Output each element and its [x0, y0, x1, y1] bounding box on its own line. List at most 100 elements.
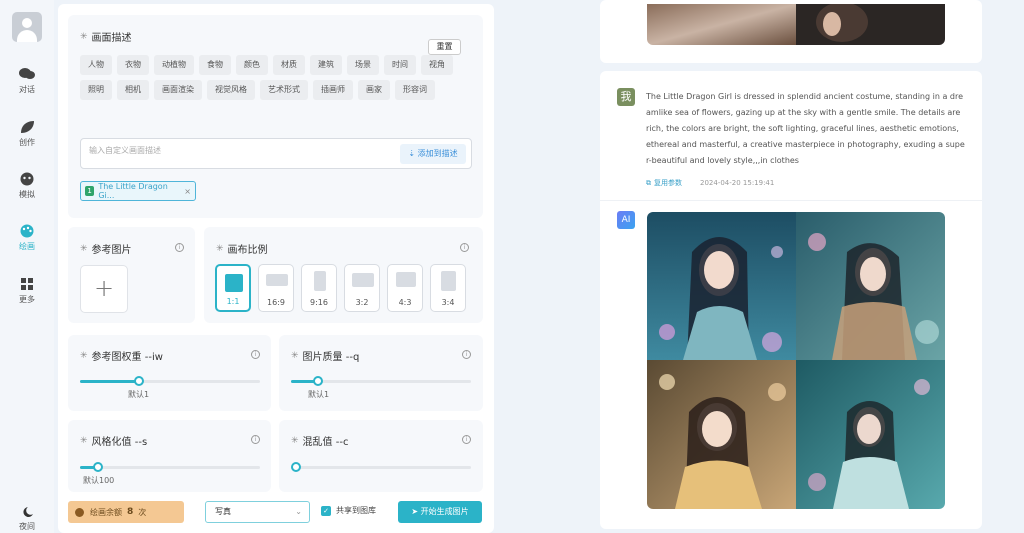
tag-item[interactable]: 视角	[421, 55, 453, 75]
chaos-title: ✳ 混乱值 --c	[291, 435, 349, 449]
tag-item[interactable]: 衣物	[117, 55, 149, 75]
tag-item[interactable]: 场景	[347, 55, 379, 75]
tag-item[interactable]: 画家	[358, 80, 390, 100]
describe-placeholder: 输入自定义画面描述	[89, 146, 161, 155]
generated-image-grid[interactable]	[647, 212, 945, 509]
sparkle-icon: ✳	[291, 350, 299, 361]
tag-item[interactable]: 食物	[199, 55, 231, 75]
info-icon[interactable]: i	[460, 243, 469, 252]
chaos-card: ✳ 混乱值 --c i	[279, 420, 483, 492]
sidebar-item-more[interactable]: 更多	[0, 277, 54, 305]
chat-area: 我 The Little Dragon Girl is dressed in s…	[600, 0, 982, 533]
sidebar-item-simulate[interactable]: 模拟	[0, 172, 54, 200]
tag-item[interactable]: 人物	[80, 55, 112, 75]
reference-card: ✳ 参考图片 i +	[68, 227, 195, 323]
previous-message	[600, 0, 982, 63]
send-icon: ➤	[411, 507, 419, 516]
tag-item[interactable]: 形容词	[395, 80, 435, 100]
ratio-option-4-3[interactable]: 4:3	[387, 264, 423, 312]
sparkle-icon: ✳	[80, 435, 88, 446]
sparkle-icon: ✳	[216, 243, 224, 254]
sidebar-item-paint[interactable]: 绘画	[0, 224, 54, 252]
sidebar-item-label: 对话	[19, 85, 35, 94]
night-mode-toggle[interactable]: 夜间	[0, 506, 54, 532]
tag-item[interactable]: 照明	[80, 80, 112, 100]
slider-knob[interactable]	[134, 376, 144, 386]
sidebar-item-create[interactable]: 创作	[0, 120, 54, 148]
ratio-option-9-16[interactable]: 9:16	[301, 264, 337, 312]
reuse-params-button[interactable]: ⧉ 复用参数	[646, 178, 682, 188]
sidebar-item-label: 模拟	[19, 190, 35, 199]
tag-item[interactable]: 画面渲染	[154, 80, 202, 100]
info-icon[interactable]: i	[175, 243, 184, 252]
slider-knob[interactable]	[93, 462, 103, 472]
timestamp: 2024-04-20 15:19:41	[700, 179, 775, 187]
iw-slider[interactable]	[80, 376, 260, 386]
style-select[interactable]: 写真 ⌄	[205, 501, 310, 523]
upload-button[interactable]: +	[80, 265, 128, 313]
sidebar: 对话 创作 模拟 绘画 更多 夜间	[0, 0, 54, 533]
prompt-text: The Little Dragon Girl is dressed in spl…	[646, 92, 965, 165]
slider-knob[interactable]	[313, 376, 323, 386]
stylize-card: ✳ 风格化值 --s i 默认100	[68, 420, 271, 492]
palette-icon	[75, 507, 84, 517]
iw-card: ✳ 参考图权重 --iw i 默认1	[68, 335, 271, 411]
tag-item[interactable]: 插画师	[313, 80, 353, 100]
tag-item[interactable]: 动植物	[154, 55, 194, 75]
describe-chip[interactable]: 1 The Little Dragon Gi... ×	[80, 181, 196, 201]
add-to-describe-button[interactable]: ⇣ 添加到描述	[400, 144, 466, 164]
check-icon: ✓	[321, 505, 331, 516]
stylize-slider[interactable]	[80, 462, 260, 472]
sidebar-item-label: 创作	[19, 138, 35, 147]
ratio-option-16-9[interactable]: 16:9	[258, 264, 294, 312]
moon-icon	[23, 507, 33, 517]
user-avatar-badge: 我	[617, 88, 635, 106]
sidebar-item-label: 绘画	[19, 242, 35, 251]
balance-count: 8	[127, 507, 134, 517]
tag-item[interactable]: 相机	[117, 80, 149, 100]
night-label: 夜间	[19, 522, 35, 531]
slider-knob[interactable]	[291, 462, 301, 472]
tag-item[interactable]: 建筑	[310, 55, 342, 75]
user-avatar[interactable]	[12, 12, 42, 42]
tag-item[interactable]: 视觉风格	[207, 80, 255, 100]
info-icon[interactable]: i	[251, 350, 260, 359]
bottom-action-bar: 绘画余额 8 次 写真 ⌄ ✓ 共享到图库 ➤ 开始生成图片	[58, 499, 494, 529]
describe-title: ✳ 画面描述	[80, 31, 132, 45]
reset-button[interactable]: 重置	[428, 39, 461, 55]
info-icon[interactable]: i	[251, 435, 260, 444]
close-icon[interactable]: ×	[184, 187, 191, 196]
ratio-option-3-2[interactable]: 3:2	[344, 264, 380, 312]
quality-slider[interactable]	[291, 376, 471, 386]
sparkle-icon: ✳	[80, 243, 88, 254]
iw-default-label: 默认1	[128, 390, 150, 399]
generate-button[interactable]: ➤ 开始生成图片	[398, 501, 482, 523]
quality-title: ✳ 图片质量 --q	[291, 350, 360, 364]
tag-item[interactable]: 艺术形式	[260, 80, 308, 100]
describe-input[interactable]: 输入自定义画面描述 ⇣ 添加到描述	[80, 138, 472, 169]
stylize-title: ✳ 风格化值 --s	[80, 435, 148, 449]
sidebar-item-chat[interactable]: 对话	[0, 67, 54, 95]
ratio-option-1-1[interactable]: 1:1	[215, 264, 251, 312]
tag-item[interactable]: 时间	[384, 55, 416, 75]
tag-list: 人物 衣物 动植物 食物 颜色 材质 建筑 场景 时间 视角 照明 相机 画面渲…	[80, 55, 460, 100]
tag-item[interactable]: 颜色	[236, 55, 268, 75]
tag-item[interactable]: 材质	[273, 55, 305, 75]
info-icon[interactable]: i	[462, 435, 471, 444]
ratio-title: ✳ 画布比例	[216, 243, 268, 257]
current-message: 我 The Little Dragon Girl is dressed in s…	[600, 71, 982, 529]
iw-title: ✳ 参考图权重 --iw	[80, 350, 163, 364]
previous-result-image[interactable]	[647, 4, 945, 45]
sparkle-icon: ✳	[291, 435, 299, 446]
drama-icon	[20, 172, 34, 186]
copy-icon: ⧉	[646, 178, 651, 187]
describe-card: ✳ 画面描述 重置 人物 衣物 动植物 食物 颜色 材质 建筑 场景 时间 视角 …	[68, 15, 483, 218]
chaos-slider[interactable]	[291, 462, 471, 472]
sparkle-icon: ✳	[80, 350, 88, 361]
share-checkbox[interactable]: ✓ 共享到图库	[321, 505, 376, 516]
leaf-icon	[21, 121, 34, 133]
ratio-option-3-4[interactable]: 3:4	[430, 264, 466, 312]
quality-card: ✳ 图片质量 --q i 默认1	[279, 335, 483, 411]
info-icon[interactable]: i	[462, 350, 471, 359]
ratio-card: ✳ 画布比例 i 1:1 16:9 9:16 3:2 4:3 3:4	[204, 227, 483, 323]
